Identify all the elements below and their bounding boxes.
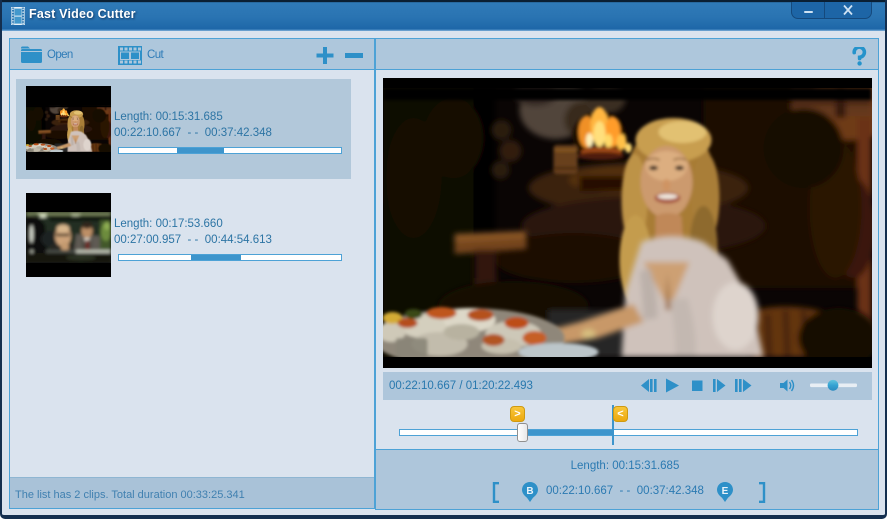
svg-text:B: B xyxy=(526,486,533,497)
svg-text:E: E xyxy=(722,486,729,497)
